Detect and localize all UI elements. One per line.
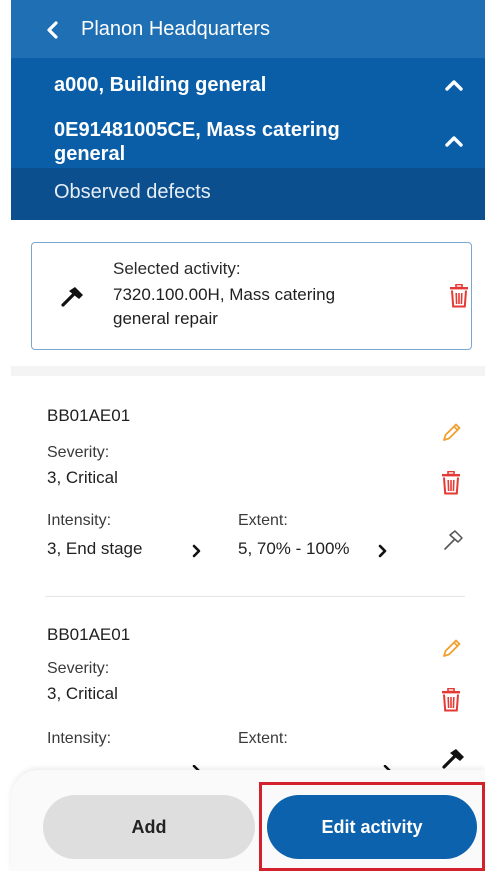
intensity-caption: Intensity: xyxy=(47,512,112,529)
edit-activity-button[interactable]: Edit activity xyxy=(267,795,477,859)
severity-caption: Severity: xyxy=(47,660,110,677)
defect-code: BB01AE01 xyxy=(47,406,131,425)
hammer-icon xyxy=(60,285,86,312)
level1-label: a000, Building general xyxy=(54,74,267,96)
level3-label: Observed defects xyxy=(54,181,211,203)
level2-row[interactable]: 0E91481005CE, Mass catering general xyxy=(11,112,485,168)
trash-icon[interactable] xyxy=(449,283,469,313)
back-title[interactable]: Planon Headquarters xyxy=(81,18,270,41)
section-separator xyxy=(11,366,485,376)
back-navigation[interactable]: Planon Headquarters xyxy=(11,0,485,58)
intensity-value[interactable]: 3, End stage xyxy=(47,539,142,559)
trash-icon[interactable] xyxy=(441,470,461,500)
chevron-left-icon[interactable] xyxy=(45,21,59,44)
level2-label: 0E91481005CE, Mass catering general xyxy=(54,119,340,165)
pencil-icon[interactable] xyxy=(441,421,463,448)
chevron-right-icon[interactable] xyxy=(378,544,388,563)
defect-card[interactable]: BB01AE01 Severity: 3, Critical Intensity… xyxy=(11,376,485,596)
selected-activity-card[interactable]: Selected activity: 7320.100.00H, Mass ca… xyxy=(31,242,472,350)
pencil-icon[interactable] xyxy=(441,637,463,664)
trash-icon[interactable] xyxy=(441,687,461,717)
header: Planon Headquarters a000, Building gener… xyxy=(11,0,485,220)
level1-row[interactable]: a000, Building general xyxy=(11,58,485,112)
severity-value: 3, Critical xyxy=(47,684,118,703)
extent-caption: Extent: xyxy=(238,730,288,747)
level3-row: Observed defects xyxy=(11,168,485,220)
extent-value[interactable]: 5, 70% - 100% xyxy=(238,539,350,559)
extent-caption: Extent: xyxy=(238,512,288,529)
severity-value: 3, Critical xyxy=(47,468,118,487)
hammer-outline-icon[interactable] xyxy=(441,528,465,557)
severity-caption: Severity: xyxy=(47,444,110,461)
chevron-up-icon[interactable] xyxy=(444,78,464,97)
add-button[interactable]: Add xyxy=(43,795,255,859)
defect-card[interactable]: BB01AE01 Severity: 3, Critical Intensity… xyxy=(11,597,485,773)
selected-activity-value: 7320.100.00H, Mass catering general repa… xyxy=(113,285,336,328)
chevron-right-icon[interactable] xyxy=(192,544,202,563)
chevron-up-icon[interactable] xyxy=(444,134,464,153)
defect-code: BB01AE01 xyxy=(47,625,131,644)
intensity-caption: Intensity: xyxy=(47,730,112,747)
selected-activity-caption: Selected activity: xyxy=(113,259,241,278)
